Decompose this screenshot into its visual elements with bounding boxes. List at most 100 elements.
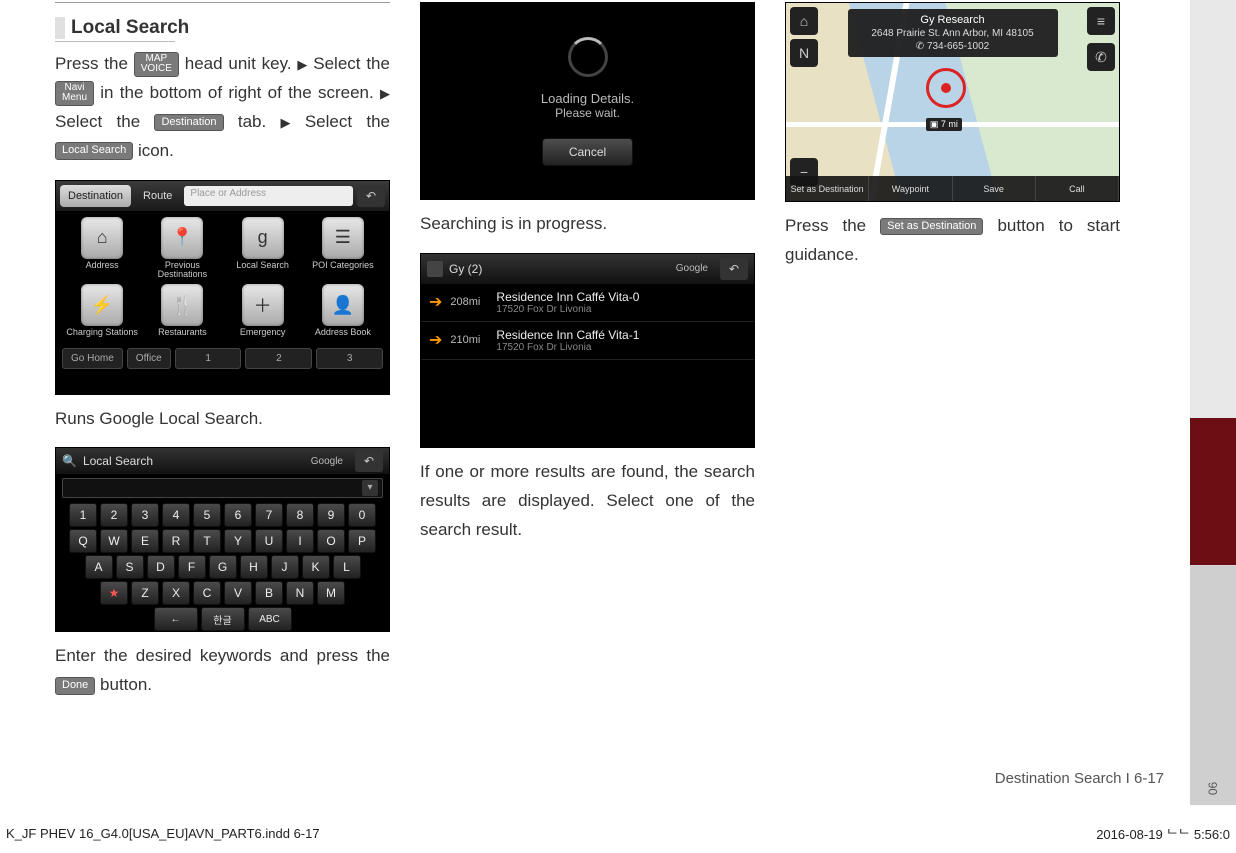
key[interactable]: A [85, 555, 113, 579]
footer-button[interactable]: 2 [245, 348, 312, 369]
back-icon[interactable]: ↶ [720, 258, 748, 280]
key[interactable]: T [193, 529, 221, 553]
footer-button[interactable]: 1 [175, 348, 242, 369]
key[interactable]: Z [131, 581, 159, 605]
key[interactable]: C [193, 581, 221, 605]
result-distance: 208mi [450, 296, 488, 308]
key[interactable]: H [240, 555, 268, 579]
destination-item[interactable]: 📍Previous Destinations [144, 217, 220, 281]
destination-item[interactable]: ⚡Charging Stations [64, 284, 140, 338]
key[interactable]: N [286, 581, 314, 605]
caption-runs-google: Runs Google Local Search. [55, 405, 390, 434]
key[interactable]: Q [69, 529, 97, 553]
key-mode[interactable]: ABC [248, 607, 292, 631]
destination-item[interactable]: gLocal Search [225, 217, 301, 281]
keyboard-row: ←한글ABC [56, 606, 389, 632]
footer-filename: K_JF PHEV 16_G4.0[USA_EU]AVN_PART6.indd … [6, 826, 320, 841]
key[interactable]: W [100, 529, 128, 553]
side-tabs: 06 [1190, 0, 1236, 805]
key[interactable]: 1 [69, 503, 97, 527]
screenshot-destination-menu: Destination Route Place or Address ↶ ⌂Ad… [55, 180, 390, 395]
key[interactable]: F [178, 555, 206, 579]
screenshot-topbar: Destination Route Place or Address ↶ [56, 181, 389, 211]
text: button. [100, 675, 152, 694]
key[interactable]: D [147, 555, 175, 579]
result-name: Residence Inn Caffé Vita-1 [496, 328, 639, 342]
back-icon[interactable]: ↶ [355, 450, 383, 472]
key[interactable]: B [255, 581, 283, 605]
key[interactable]: O [317, 529, 345, 553]
back-icon[interactable]: ↶ [357, 185, 385, 207]
key[interactable]: L [333, 555, 361, 579]
key[interactable]: 9 [317, 503, 345, 527]
result-row[interactable]: ➔208miResidence Inn Caffé Vita-017520 Fo… [421, 284, 754, 322]
key[interactable]: K [302, 555, 330, 579]
destination-item-icon: ＋ [242, 284, 284, 326]
key-mode[interactable]: 한글 [201, 607, 245, 631]
destination-item[interactable]: 👤Address Book [305, 284, 381, 338]
key[interactable]: G [209, 555, 237, 579]
tab-route[interactable]: Route [135, 185, 180, 207]
destination-item[interactable]: ＋Emergency [225, 284, 301, 338]
destination-item-label: Previous Destinations [144, 261, 220, 281]
compass-icon[interactable]: N [790, 39, 818, 67]
key[interactable]: V [224, 581, 252, 605]
footer-button[interactable]: Office [127, 348, 171, 369]
destination-item[interactable]: 🍴Restaurants [144, 284, 220, 338]
key[interactable]: M [317, 581, 345, 605]
destination-item[interactable]: ⌂Address [64, 217, 140, 281]
key[interactable]: 2 [100, 503, 128, 527]
distance-flag: ▣ 7 mi [926, 118, 962, 131]
google-logo: Google [676, 263, 708, 274]
key[interactable]: 5 [193, 503, 221, 527]
key[interactable]: E [131, 529, 159, 553]
key[interactable]: 0 [348, 503, 376, 527]
cancel-button[interactable]: Cancel [542, 138, 633, 166]
search-input[interactable]: Place or Address [184, 186, 353, 206]
result-row[interactable]: ➔210miResidence Inn Caffé Vita-117520 Fo… [421, 322, 754, 360]
key[interactable]: P [348, 529, 376, 553]
footer-button[interactable]: Go Home [62, 348, 123, 369]
text: tab. [238, 112, 281, 131]
key[interactable]: 3 [131, 503, 159, 527]
map-bottom-button[interactable]: Waypoint [869, 176, 952, 201]
key[interactable]: 7 [255, 503, 283, 527]
destination-item-icon: 👤 [322, 284, 364, 326]
menu-icon[interactable]: ≡ [1087, 7, 1115, 35]
map-bottom-button[interactable]: Set as Destination [786, 176, 869, 201]
loading-text-1: Loading Details. [541, 91, 634, 106]
key[interactable]: 6 [224, 503, 252, 527]
key[interactable]: 4 [162, 503, 190, 527]
manual-page: Local Search Press the MAP VOICE head un… [0, 0, 1236, 805]
caption-set-destination: Press the Set as Destination button to s… [785, 212, 1120, 270]
dropdown-icon[interactable]: ▾ [362, 480, 378, 496]
key-star[interactable]: ★ [100, 581, 128, 605]
key[interactable]: R [162, 529, 190, 553]
destination-item-icon: ⚡ [81, 284, 123, 326]
map-bottom-button[interactable]: Save [953, 176, 1036, 201]
triangle-icon: ▶ [281, 112, 291, 134]
home-icon[interactable]: ⌂ [790, 7, 818, 35]
keyboard-title: Local Search [83, 454, 153, 468]
key[interactable]: X [162, 581, 190, 605]
key[interactable]: S [116, 555, 144, 579]
map-voice-key: MAP VOICE [134, 52, 179, 77]
spinner-icon [568, 37, 608, 77]
footer-button[interactable]: 3 [316, 348, 383, 369]
map-bottom-bar: Set as DestinationWaypointSaveCall [786, 176, 1119, 201]
key[interactable]: I [286, 529, 314, 553]
column-2: Loading Details. Please wait. Cancel Sea… [420, 0, 755, 805]
key[interactable]: J [271, 555, 299, 579]
destination-item[interactable]: ☰POI Categories [305, 217, 381, 281]
column-1: Local Search Press the MAP VOICE head un… [55, 0, 390, 805]
keyboard-input[interactable]: ▾ [62, 478, 383, 498]
key[interactable]: 8 [286, 503, 314, 527]
triangle-icon: ▶ [297, 54, 307, 76]
map-bottom-button[interactable]: Call [1036, 176, 1119, 201]
phone-icon[interactable]: ✆ [1087, 43, 1115, 71]
key[interactable]: U [255, 529, 283, 553]
heading-underline [55, 41, 175, 42]
key-mode[interactable]: ← [154, 607, 198, 631]
key[interactable]: Y [224, 529, 252, 553]
tab-destination[interactable]: Destination [60, 185, 131, 207]
